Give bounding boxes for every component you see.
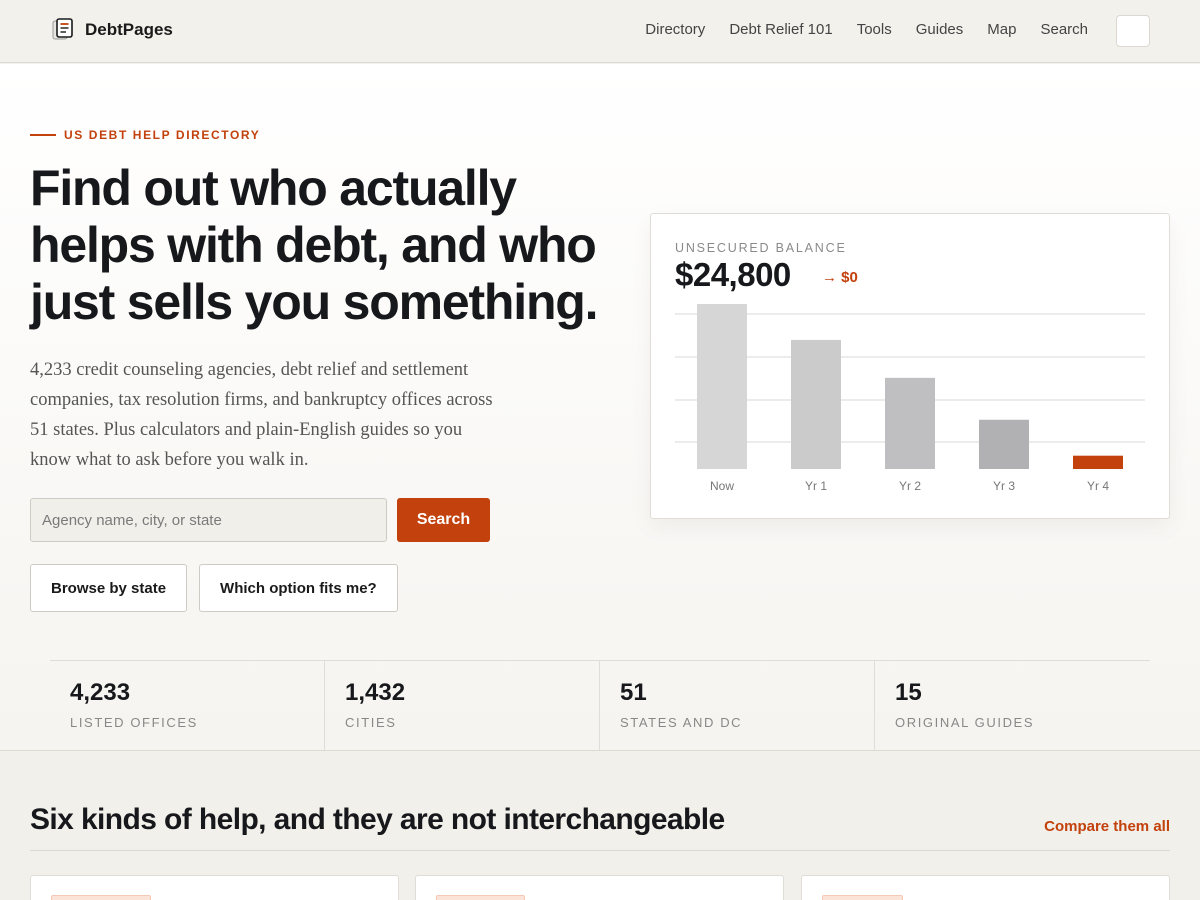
eyebrow-text: US DEBT HELP DIRECTORY (64, 128, 261, 142)
help-type-card[interactable] (801, 875, 1170, 900)
hero-eyebrow: US DEBT HELP DIRECTORY (30, 128, 260, 142)
brand-name: DebtPages (85, 19, 173, 39)
nav-tools[interactable]: Tools (857, 21, 892, 38)
nav-guides[interactable]: Guides (916, 21, 964, 38)
help-type-card[interactable] (415, 875, 784, 900)
section-divider (30, 850, 1170, 851)
stat-number: 15 (895, 679, 922, 706)
hero-actions: Browse by state Which option fits me? (30, 564, 398, 612)
card-tag (436, 895, 525, 900)
stats-strip: 4,233 LISTED OFFICES 1,432 CITIES 51 STA… (50, 660, 1150, 751)
balance-bar-chart: Now Yr 1 Yr 2 Yr 3 Yr 4 (675, 304, 1145, 493)
search-button[interactable]: Search (397, 498, 490, 542)
chart-bar (791, 339, 841, 469)
search-input[interactable] (30, 498, 387, 542)
chart-tick-label: Yr 4 (1087, 479, 1109, 493)
balance-chart-card: UNSECURED BALANCE $24,800 → $0 Now Yr 1 Yr… (650, 213, 1170, 519)
stat-number: 4,233 (70, 679, 131, 706)
stat-number: 1,432 (345, 679, 406, 706)
stat-label: CITIES (345, 715, 397, 730)
hero-description: 4,233 credit counseling agencies, debt r… (30, 360, 493, 470)
stat-guides: 15 ORIGINAL GUIDES (875, 661, 1150, 751)
card-tag (822, 895, 903, 900)
chart-bar (1073, 455, 1123, 469)
help-type-card[interactable] (30, 875, 399, 900)
chart-tick-label: Now (710, 479, 734, 493)
chart-tick-label: Yr 3 (993, 479, 1015, 493)
section-title: Six kinds of help, and they are not inte… (30, 803, 725, 836)
stat-states: 51 STATES AND DC (600, 661, 875, 751)
stat-label: LISTED OFFICES (70, 715, 198, 730)
which-option-button[interactable]: Which option fits me? (199, 564, 398, 612)
main-nav: Directory Debt Relief 101 Tools Guides M… (645, 21, 1088, 38)
top-bar: DebtPages Directory Debt Relief 101 Tool… (0, 0, 1200, 63)
stat-label: ORIGINAL GUIDES (895, 715, 1035, 730)
hero-title: Find out who actually helps with debt, a… (30, 160, 599, 330)
stat-number: 51 (620, 679, 647, 706)
nav-search[interactable]: Search (1040, 21, 1088, 38)
stat-label: STATES AND DC (620, 715, 743, 730)
nav-debt-relief-101[interactable]: Debt Relief 101 (729, 21, 832, 38)
chart-tick-label: Yr 1 (805, 479, 827, 493)
browse-by-state-button[interactable]: Browse by state (30, 564, 188, 612)
stat-listed-offices: 4,233 LISTED OFFICES (50, 661, 325, 751)
brand[interactable]: DebtPages (52, 18, 173, 41)
chart-bar (979, 419, 1029, 469)
chart-tick-label: Yr 2 (899, 479, 921, 493)
chart-bar (697, 304, 747, 469)
kinds-of-help-section: Six kinds of help, and they are not inte… (0, 751, 1200, 900)
eyebrow-rule (30, 134, 56, 136)
book-logo-icon (52, 18, 75, 41)
nav-directory[interactable]: Directory (645, 21, 705, 38)
chart-bar (885, 377, 935, 469)
compare-all-link[interactable]: Compare them all (1044, 818, 1170, 835)
menu-toggle-button[interactable] (1116, 15, 1150, 47)
card-tag (51, 895, 151, 900)
hero-search: Search (30, 498, 490, 542)
stat-cities: 1,432 CITIES (325, 661, 600, 751)
nav-map[interactable]: Map (987, 21, 1016, 38)
